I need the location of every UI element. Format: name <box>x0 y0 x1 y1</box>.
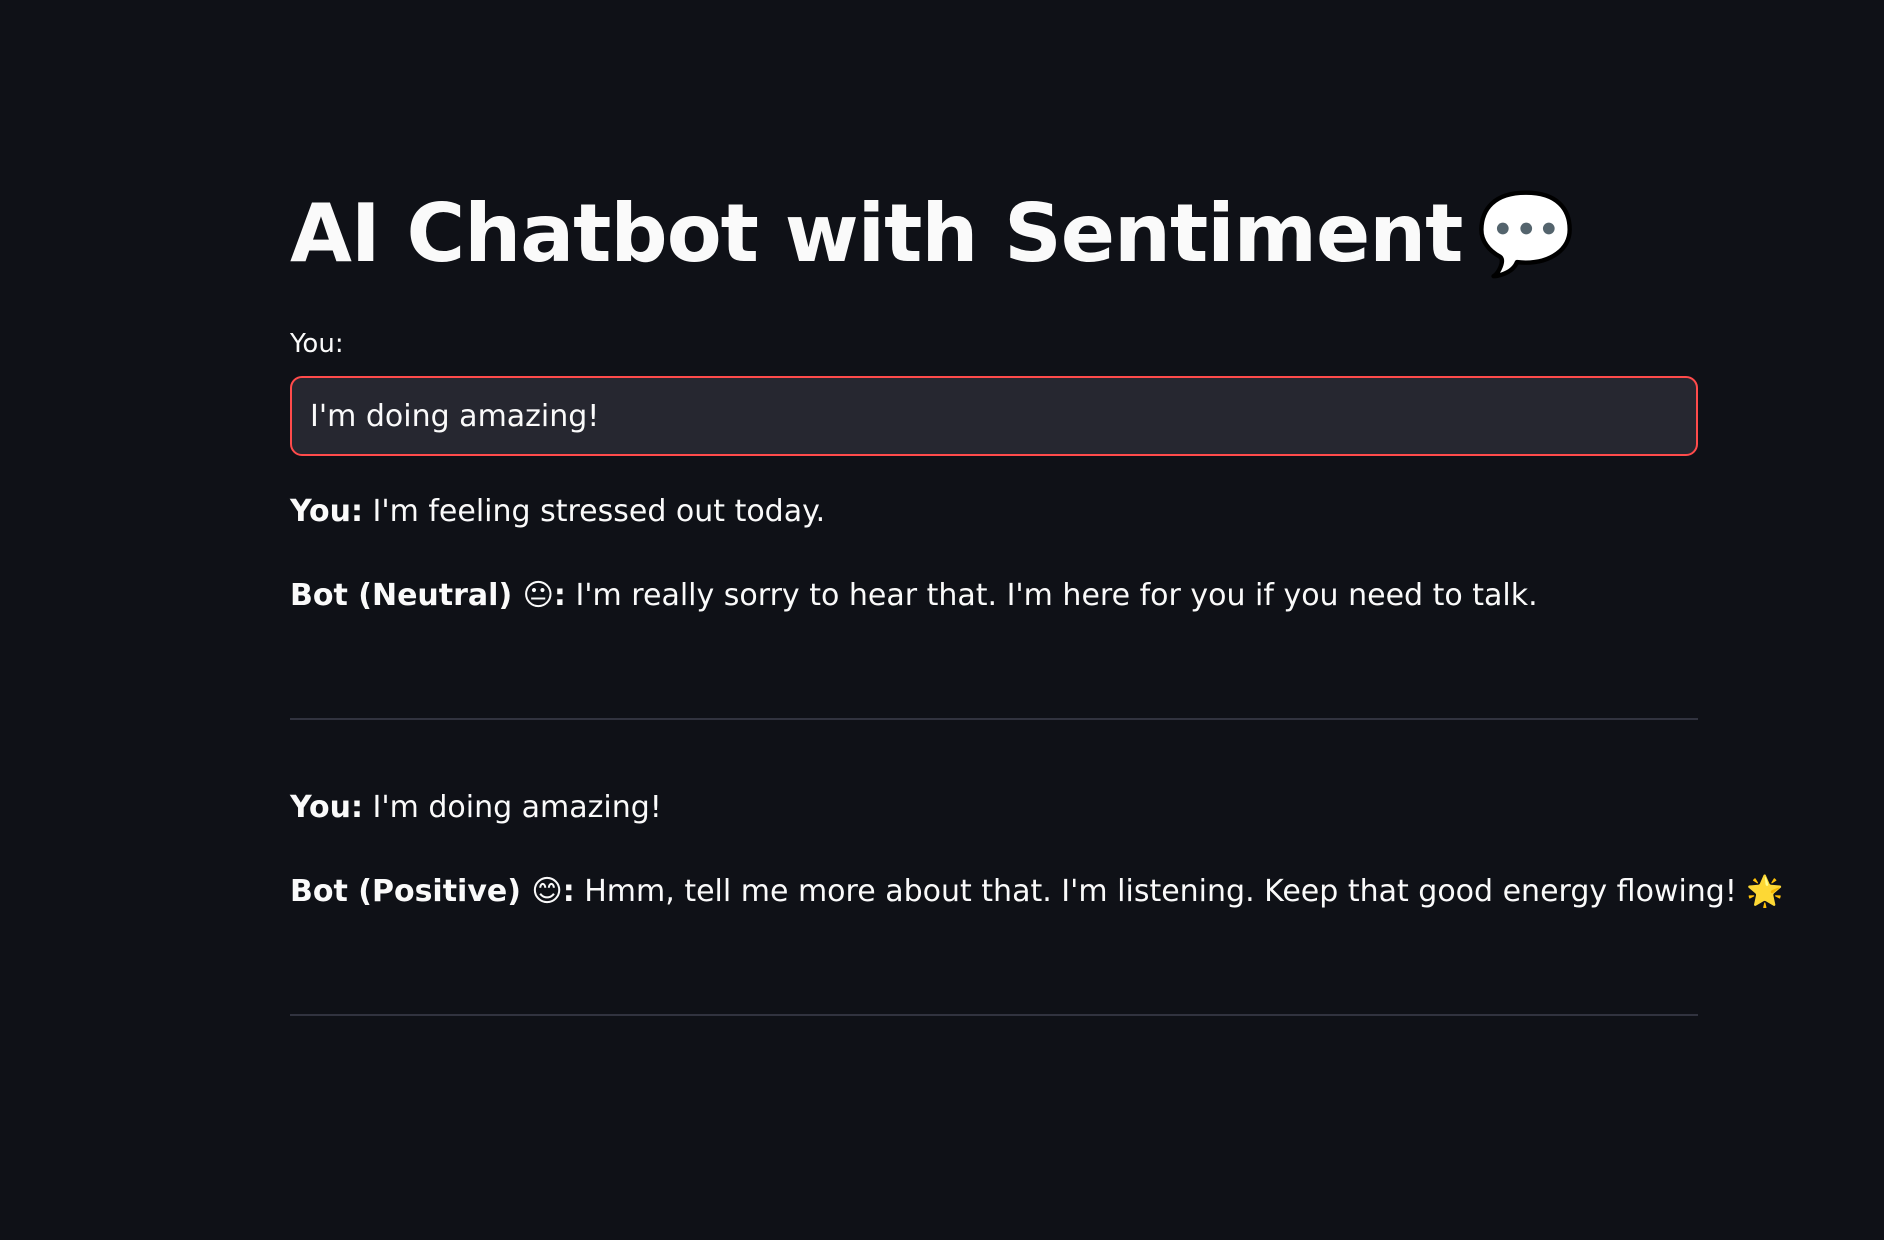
bot-message: Bot (Neutral) 😐: I'm really sorry to hea… <box>290 574 1538 618</box>
smiling-face-icon: 😊 <box>531 874 563 909</box>
chat-input-label: You: <box>290 329 344 359</box>
user-message-text: I'm feeling stressed out today. <box>372 494 826 529</box>
bot-sentiment-label: Bot (Neutral) <box>290 578 513 613</box>
message-divider <box>290 718 1698 720</box>
bot-message-text: I'm really sorry to hear that. I'm here … <box>575 578 1538 613</box>
chat-input[interactable] <box>290 376 1698 456</box>
page-title: AI Chatbot with Sentiment 💬 <box>290 178 1576 290</box>
page-title-text: AI Chatbot with Sentiment <box>290 187 1463 280</box>
speech-balloon-icon: 💬 <box>1476 187 1576 280</box>
user-message: You: I'm doing amazing! <box>290 786 662 830</box>
bot-message-text: Hmm, tell me more about that. I'm listen… <box>584 874 1784 909</box>
bot-prefix-colon: : <box>562 874 575 909</box>
bot-message-prefix: Bot (Neutral) 😐: <box>290 578 566 613</box>
bot-sentiment-label: Bot (Positive) <box>290 874 521 909</box>
user-message-prefix: You: <box>290 494 363 529</box>
user-message: You: I'm feeling stressed out today. <box>290 490 825 534</box>
user-message-text: I'm doing amazing! <box>372 790 662 825</box>
bot-message-prefix: Bot (Positive) 😊: <box>290 874 575 909</box>
user-message-prefix: You: <box>290 790 363 825</box>
neutral-face-icon: 😐 <box>522 578 554 613</box>
bot-message: Bot (Positive) 😊: Hmm, tell me more abou… <box>290 870 1784 914</box>
message-divider <box>290 1014 1698 1016</box>
bot-prefix-colon: : <box>553 578 566 613</box>
